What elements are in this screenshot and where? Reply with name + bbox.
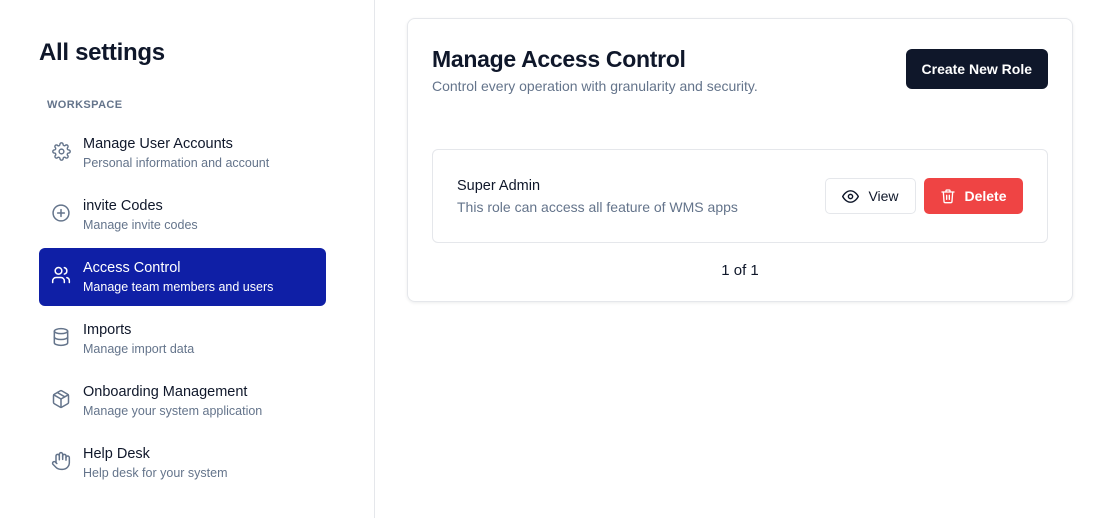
view-button-label: View xyxy=(868,188,899,204)
sidebar-item-imports[interactable]: Imports Manage import data xyxy=(39,310,326,368)
delete-role-button[interactable]: Delete xyxy=(924,178,1023,214)
plus-circle-icon xyxy=(50,202,72,224)
sidebar-item-label: Help Desk xyxy=(83,446,150,462)
package-icon xyxy=(50,388,72,410)
nav-text: Help Desk Help desk for your system xyxy=(83,445,228,482)
sidebar-item-label: invite Codes xyxy=(83,198,163,214)
settings-nav: Manage User Accounts Personal informatio… xyxy=(39,124,326,492)
sidebar-item-label: Access Control xyxy=(83,260,181,276)
role-info: Super Admin This role can access all fea… xyxy=(457,177,738,216)
sidebar-item-access-control[interactable]: Access Control Manage team members and u… xyxy=(39,248,326,306)
sidebar-item-manage-user-accounts[interactable]: Manage User Accounts Personal informatio… xyxy=(39,124,326,182)
view-role-button[interactable]: View xyxy=(825,178,916,214)
sidebar-item-onboarding-management[interactable]: Onboarding Management Manage your system… xyxy=(39,372,326,430)
sidebar-item-invite-codes[interactable]: invite Codes Manage invite codes xyxy=(39,186,326,244)
main-content: Manage Access Control Control every oper… xyxy=(375,0,1097,518)
card-header: Manage Access Control Control every oper… xyxy=(432,45,1048,95)
access-control-card: Manage Access Control Control every oper… xyxy=(407,18,1073,302)
hand-icon xyxy=(50,450,72,472)
page-title: Manage Access Control xyxy=(432,46,686,72)
gear-icon xyxy=(50,140,72,162)
page-description: Control every operation with granularity… xyxy=(432,78,758,94)
delete-button-label: Delete xyxy=(964,188,1007,204)
sidebar-item-label: Manage User Accounts xyxy=(83,136,233,152)
pagination-status: 1 of 1 xyxy=(721,262,759,279)
section-label-workspace: WORKSPACE xyxy=(47,99,123,111)
role-name: Super Admin xyxy=(457,177,541,194)
users-icon xyxy=(50,264,72,286)
sidebar-item-label: Onboarding Management xyxy=(83,384,248,400)
card-heading-group: Manage Access Control Control every oper… xyxy=(432,45,758,95)
role-description: This role can access all feature of WMS … xyxy=(457,198,738,215)
eye-icon xyxy=(842,188,860,205)
role-list-item: Super Admin This role can access all fea… xyxy=(432,149,1048,243)
nav-text: Manage User Accounts Personal informatio… xyxy=(83,135,269,172)
sidebar-item-subtitle: Manage import data xyxy=(83,342,195,356)
nav-text: Onboarding Management Manage your system… xyxy=(83,383,262,420)
nav-text: Access Control Manage team members and u… xyxy=(83,259,273,296)
nav-text: invite Codes Manage invite codes xyxy=(83,197,198,234)
role-actions: View Delete xyxy=(825,178,1023,214)
sidebar-item-subtitle: Manage team members and users xyxy=(83,280,274,294)
sidebar-item-subtitle: Personal information and account xyxy=(83,156,270,170)
sidebar-item-label: Imports xyxy=(83,322,132,338)
settings-app: All settings WORKSPACE Manage User Accou… xyxy=(0,0,1097,518)
database-icon xyxy=(50,326,72,348)
sidebar-item-subtitle: Manage your system application xyxy=(83,404,263,418)
trash-icon xyxy=(940,188,956,204)
sidebar-item-subtitle: Help desk for your system xyxy=(83,466,228,480)
settings-sidebar: All settings WORKSPACE Manage User Accou… xyxy=(0,0,375,518)
sidebar-item-help-desk[interactable]: Help Desk Help desk for your system xyxy=(39,434,326,492)
nav-text: Imports Manage import data xyxy=(83,321,194,358)
sidebar-title: All settings xyxy=(39,39,165,66)
sidebar-item-subtitle: Manage invite codes xyxy=(83,218,198,232)
create-new-role-button[interactable]: Create New Role xyxy=(905,49,1048,89)
